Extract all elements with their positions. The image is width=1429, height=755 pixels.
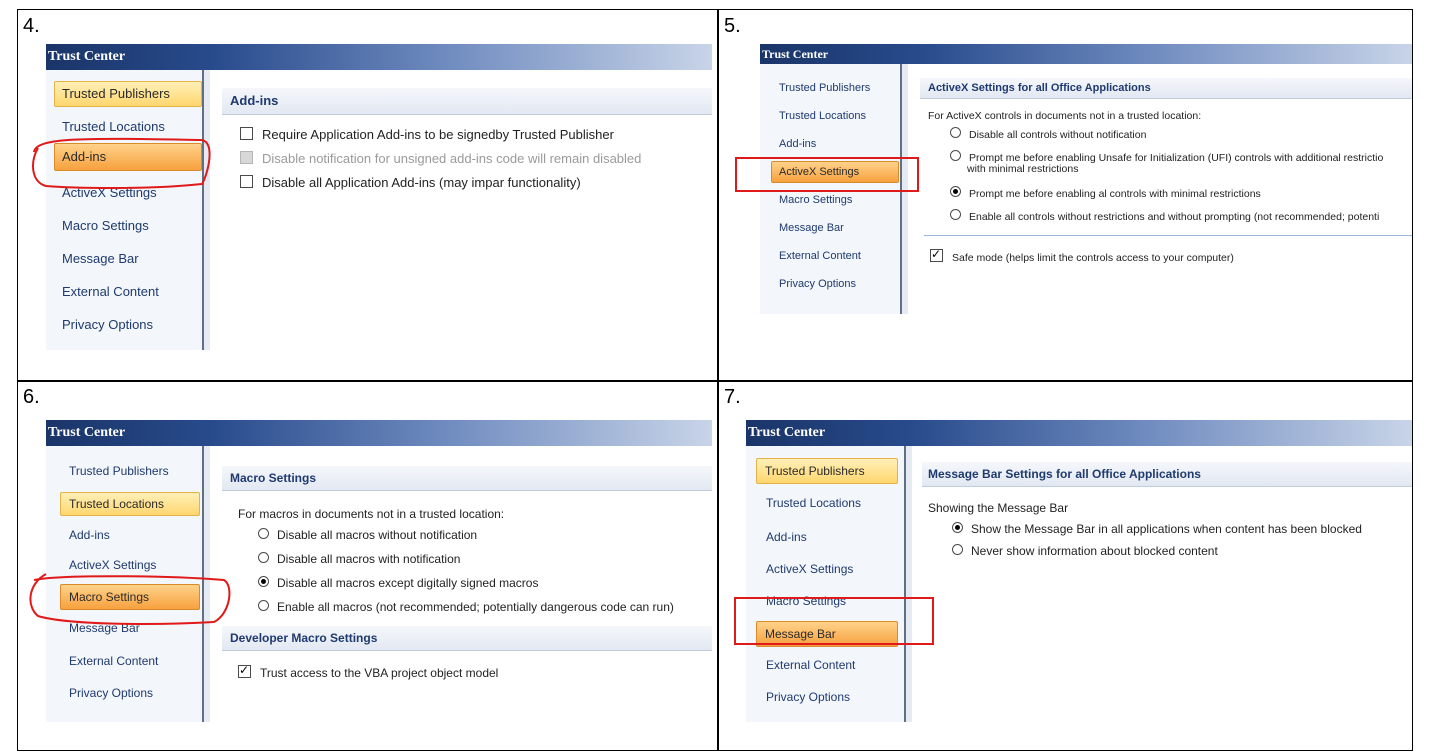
step-label-7: 7. xyxy=(724,386,741,408)
radio-disable-no-notification[interactable]: Disable all macros without notification xyxy=(258,528,477,542)
radio-prompt-ufi[interactable]: Prompt me before enabling Unsafe for Ini… xyxy=(950,150,1383,164)
content-pane: Add-ins Require Application Add-ins to b… xyxy=(212,70,712,350)
radio-never-show[interactable]: Never show information about blocked con… xyxy=(952,544,1218,558)
radio-disable-except-signed[interactable]: Disable all macros except digitally sign… xyxy=(258,576,538,590)
nav-item-trusted-locations[interactable]: Trusted Locations xyxy=(766,496,861,510)
trust-center-panel-4: Trust Center Trusted Publishers Trusted … xyxy=(46,44,712,350)
red-annotation-circle-6 xyxy=(29,573,231,625)
step-label-5: 5. xyxy=(724,15,741,37)
red-annotation-circle-4 xyxy=(32,137,211,189)
checkbox-checked[interactable] xyxy=(238,663,251,678)
nav-item-trusted-locations[interactable]: Trusted Locations xyxy=(779,110,866,122)
checkbox-checked[interactable] xyxy=(930,247,943,262)
radio-button[interactable] xyxy=(258,600,269,611)
radio-button-selected[interactable] xyxy=(950,186,961,197)
radio-label: Enable all macros (not recommended; pote… xyxy=(277,600,674,614)
nav-item-message-bar[interactable]: Message Bar xyxy=(62,251,139,266)
nav-item-privacy-options[interactable]: Privacy Options xyxy=(69,686,153,700)
radio-enable-all-macros[interactable]: Enable all macros (not recommended; pote… xyxy=(258,600,674,614)
option-label: Disable all Application Add-ins (may imp… xyxy=(262,175,581,190)
radio-disable-all-controls[interactable]: Disable all controls without notificatio… xyxy=(950,127,1146,141)
red-annotation-box-5 xyxy=(735,157,919,192)
radio-button[interactable] xyxy=(258,528,269,539)
window-title: Trust Center xyxy=(46,44,712,70)
nav-item-privacy-options[interactable]: Privacy Options xyxy=(766,690,850,704)
nav-item-trusted-publishers[interactable]: Trusted Publishers xyxy=(54,81,202,107)
radio-disable-with-notification[interactable]: Disable all macros with notification xyxy=(258,552,460,566)
section-heading: Macro Settings xyxy=(222,466,712,491)
nav-sidebar: Trusted Publishers Trusted Locations Add… xyxy=(746,446,912,722)
nav-item-add-ins[interactable]: Add-ins xyxy=(69,528,110,542)
radio-button[interactable] xyxy=(950,150,961,161)
section-heading: ActiveX Settings for all Office Applicat… xyxy=(920,78,1412,99)
nav-item-external-content[interactable]: External Content xyxy=(779,250,861,262)
checkbox-label: Safe mode (helps limit the controls acce… xyxy=(952,252,1234,264)
checkbox[interactable] xyxy=(240,127,253,140)
nav-item-external-content[interactable]: External Content xyxy=(62,284,159,299)
content-pane: Message Bar Settings for all Office Appl… xyxy=(912,446,1412,722)
content-pane: ActiveX Settings for all Office Applicat… xyxy=(910,64,1412,314)
red-annotation-box-7 xyxy=(734,597,934,645)
nav-item-activex-settings[interactable]: ActiveX Settings xyxy=(766,562,853,576)
nav-item-privacy-options[interactable]: Privacy Options xyxy=(62,317,153,332)
radio-show-message-bar[interactable]: Show the Message Bar in all applications… xyxy=(952,522,1362,536)
separator xyxy=(924,235,1412,236)
radio-button-selected[interactable] xyxy=(258,576,269,587)
radio-prompt-all-controls[interactable]: Prompt me before enabling al controls wi… xyxy=(950,186,1261,200)
nav-item-external-content[interactable]: External Content xyxy=(766,658,855,672)
nav-item-trusted-publishers[interactable]: Trusted Publishers xyxy=(69,464,169,478)
nav-item-add-ins[interactable]: Add-ins xyxy=(766,530,807,544)
radio-button[interactable] xyxy=(952,544,963,555)
window-title: Trust Center xyxy=(760,44,1412,64)
radio-button[interactable] xyxy=(258,552,269,563)
checkbox-safe-mode[interactable]: Safe mode (helps limit the controls acce… xyxy=(930,247,1234,264)
radio-label: Never show information about blocked con… xyxy=(971,544,1218,558)
nav-item-message-bar[interactable]: Message Bar xyxy=(779,222,844,234)
nav-item-trusted-locations[interactable]: Trusted Locations xyxy=(60,492,200,516)
intro-text: For ActiveX controls in documents not in… xyxy=(928,110,1202,122)
nav-item-macro-settings[interactable]: Macro Settings xyxy=(779,194,852,206)
radio-label: Disable all macros with notification xyxy=(277,552,461,566)
radio-button-selected[interactable] xyxy=(952,522,963,533)
nav-item-add-ins[interactable]: Add-ins xyxy=(779,138,816,150)
checkbox-trust-vba[interactable]: Trust access to the VBA project object m… xyxy=(238,663,499,680)
nav-item-trusted-publishers[interactable]: Trusted Publishers xyxy=(756,458,898,484)
window-title: Trust Center xyxy=(46,420,712,446)
window-title: Trust Center xyxy=(746,420,1412,446)
nav-item-external-content[interactable]: External Content xyxy=(69,654,158,668)
radio-button[interactable] xyxy=(950,209,961,220)
nav-item-privacy-options[interactable]: Privacy Options xyxy=(779,278,856,290)
radio-label: Disable all macros except digitally sign… xyxy=(277,576,539,590)
trust-center-panel-7: Trust Center Trusted Publishers Trusted … xyxy=(746,420,1412,722)
checkbox-label: Trust access to the VBA project object m… xyxy=(260,666,499,680)
nav-item-macro-settings[interactable]: Macro Settings xyxy=(62,218,149,233)
option-disable-notification: Disable notification for unsigned add-in… xyxy=(240,151,641,166)
radio-label: Show the Message Bar in all applications… xyxy=(971,522,1362,536)
option-label: Require Application Add-ins to be signed… xyxy=(262,127,614,142)
radio-prompt-ufi-line2: with minimal restrictions xyxy=(967,163,1079,175)
radio-label: Disable all macros without notification xyxy=(277,528,478,542)
checkbox-disabled xyxy=(240,151,253,164)
intro-text: For macros in documents not in a trusted… xyxy=(238,507,505,521)
radio-enable-all-controls[interactable]: Enable all controls without restrictions… xyxy=(950,209,1379,223)
content-pane: Macro Settings For macros in documents n… xyxy=(212,446,712,722)
intro-text: Showing the Message Bar xyxy=(928,501,1069,515)
nav-sidebar: Trusted Publishers Trusted Locations Add… xyxy=(46,70,210,350)
option-label: Disable notification for unsigned add-in… xyxy=(262,151,642,166)
radio-label: Enable all controls without restrictions… xyxy=(969,211,1380,223)
checkbox[interactable] xyxy=(240,175,253,188)
option-require-signed[interactable]: Require Application Add-ins to be signed… xyxy=(240,127,614,142)
section-heading: Message Bar Settings for all Office Appl… xyxy=(922,462,1412,487)
step-label-6: 6. xyxy=(23,386,40,408)
radio-button[interactable] xyxy=(950,127,961,138)
radio-label: Disable all controls without notificatio… xyxy=(969,129,1147,141)
grid-divider-horizontal xyxy=(17,380,1413,382)
option-disable-all-addins[interactable]: Disable all Application Add-ins (may imp… xyxy=(240,175,581,190)
radio-label: Prompt me before enabling al controls wi… xyxy=(969,188,1261,200)
step-label-4: 4. xyxy=(23,15,40,37)
developer-section-heading: Developer Macro Settings xyxy=(222,626,712,651)
section-heading: Add-ins xyxy=(222,88,712,115)
nav-item-trusted-publishers[interactable]: Trusted Publishers xyxy=(779,82,870,94)
